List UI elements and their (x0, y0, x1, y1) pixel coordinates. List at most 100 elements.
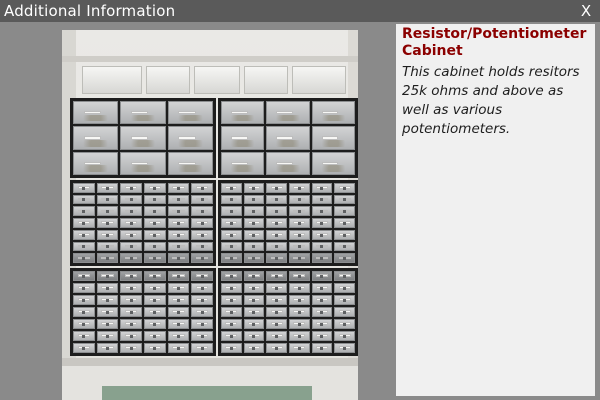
photo-drawer-pull (129, 257, 133, 260)
photo-drawer-pull (320, 311, 324, 314)
photo-drawer (288, 229, 310, 240)
photo-drawer-pull (275, 335, 279, 338)
photo-drawer (96, 319, 119, 329)
photo-drawer-pull (320, 245, 324, 249)
photo-drawer-pull (176, 323, 181, 326)
photo-drawer-label (231, 136, 248, 140)
photo-drawer-label (83, 161, 101, 166)
photo-drawer-pull (343, 186, 347, 190)
photo-drawer (311, 295, 333, 305)
photo-drawer-label (178, 161, 196, 166)
photo-drawer-pull (320, 221, 324, 225)
photo-drawer (191, 331, 213, 341)
photo-drawer-pull (153, 311, 157, 314)
photo-shelf-bottom (62, 358, 358, 366)
photo-drawer-pull (297, 221, 301, 225)
photo-drawer-pull (105, 299, 110, 302)
photo-drawer-pull (153, 210, 157, 214)
photo-drawer (191, 295, 213, 305)
photo-drawer-pull (297, 347, 301, 350)
photo-drawer (221, 101, 265, 125)
photo-drawer-label (276, 136, 293, 140)
photo-drawer (243, 283, 265, 293)
photo-drawer (221, 307, 242, 317)
photo-drawer (221, 319, 242, 329)
photo-drawer (96, 194, 119, 205)
photo-drawer (266, 183, 287, 193)
photo-drawer-pull (252, 275, 256, 278)
photo-drawer (120, 343, 142, 353)
photo-drawer-pull (200, 245, 204, 249)
photo-drawer-pull (320, 275, 324, 278)
photo-drawer (143, 343, 166, 353)
photo-drawer-label (130, 136, 149, 140)
photo-drawer (73, 218, 95, 228)
photo-drawer (167, 283, 190, 293)
photo-drawer-pull (105, 323, 110, 326)
photo-drawer-pull (200, 233, 204, 237)
photo-drawer (167, 206, 190, 217)
photo-drawer-pull (153, 299, 157, 302)
photo-drawer-pull (229, 323, 233, 326)
photo-drawer-pull (200, 210, 204, 214)
photo-drawer-pull (176, 233, 181, 237)
photo-drawer (73, 307, 95, 317)
photo-drawer-pull (105, 198, 110, 202)
photo-drawer (266, 295, 287, 305)
photo-drawer (120, 229, 142, 240)
photo-drawer (221, 206, 242, 217)
photo-drawer-pull (129, 233, 133, 237)
photo-drawer-pull (229, 287, 233, 290)
photo-drawer-pull (343, 198, 347, 202)
photo-drawer (73, 101, 119, 125)
photo-drawer (288, 319, 310, 329)
photo-drawer (334, 194, 355, 205)
photo-drawer-pull (176, 275, 181, 278)
photo-drawer (221, 218, 242, 228)
photo-drawer-pull (129, 287, 133, 290)
photo-drawer-pull (252, 335, 256, 338)
photo-drawer (311, 218, 333, 228)
photo-drawer-label (321, 161, 339, 166)
photo-cabinet-top-right (218, 98, 358, 178)
photo-drawer (221, 283, 242, 293)
photo-drawer (73, 241, 95, 252)
title-bar: Additional Information X (0, 0, 600, 22)
photo-drawer-pull (252, 233, 256, 237)
photo-drawer (120, 271, 142, 281)
photo-drawer-pull (105, 275, 110, 278)
photo-drawer-pull (200, 287, 204, 290)
photo-drawer (288, 194, 310, 205)
photo-drawer (96, 331, 119, 341)
photo-drawer (266, 241, 287, 252)
photo-drawer (334, 283, 355, 293)
photo-drawer (288, 295, 310, 305)
photo-drawer (334, 206, 355, 217)
close-button[interactable]: X (578, 2, 594, 20)
photo-drawer-pull (129, 198, 133, 202)
photo-drawer-pull (275, 210, 279, 214)
photo-drawer (191, 319, 213, 329)
photo-drawer-pull (105, 245, 110, 249)
photo-drawer-pull (129, 335, 133, 338)
photo-drawer-pull (82, 186, 86, 190)
photo-drawer (143, 319, 166, 329)
photo-drawer-pull (229, 257, 233, 260)
photo-drawer-pull (275, 299, 279, 302)
photo-drawer-pull (297, 245, 301, 249)
photo-drawer-pull (320, 257, 324, 260)
photo-drawer (167, 151, 213, 175)
photo-drawer (191, 343, 213, 353)
photo-drawer (191, 241, 213, 252)
photo-drawer (120, 307, 142, 317)
photo-drawer-pull (105, 335, 110, 338)
photo-drawer (243, 206, 265, 217)
photo-drawer-pull (153, 233, 157, 237)
photo-drawer (143, 295, 166, 305)
photo-drawer (96, 206, 119, 217)
photo-drawer (334, 229, 355, 240)
photo-drawer (266, 307, 287, 317)
photo-drawer-pull (297, 311, 301, 314)
photo-drawer-pull (176, 335, 181, 338)
photo-drawer (73, 126, 119, 150)
